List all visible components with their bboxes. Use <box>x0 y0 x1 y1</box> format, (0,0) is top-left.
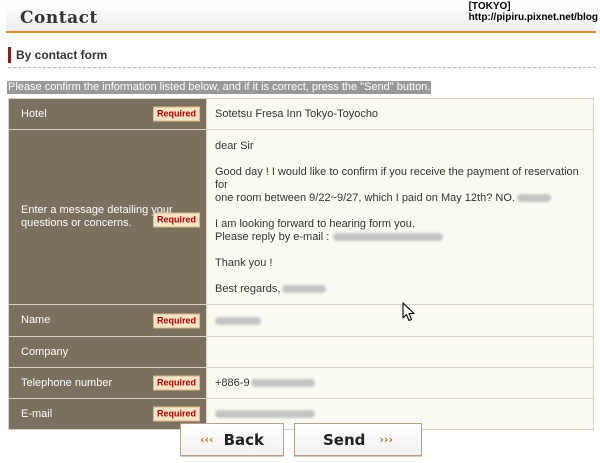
required-badge: Required <box>152 212 200 228</box>
message-para1-line1: Good day ! I would like to confirm if yo… <box>215 166 579 191</box>
value-name <box>206 304 594 337</box>
back-button[interactable]: ‹‹‹ Back <box>180 423 284 456</box>
mouse-pointer-icon <box>402 302 415 322</box>
confirmation-table: Hotel Required Sotetsu Fresa Inn Tokyo-T… <box>8 98 594 430</box>
page-title: Contact <box>20 8 98 28</box>
message-para1-line2: one room between 9/22~9/27, which I paid… <box>215 192 515 204</box>
required-badge: Required <box>152 106 200 122</box>
send-button-label: Send <box>322 430 366 449</box>
label-company-text: Company <box>21 345 69 358</box>
telephone-prefix: +886-9 <box>215 377 250 389</box>
redacted-signature <box>282 285 327 294</box>
label-hotel: Hotel Required <box>8 98 207 130</box>
row-name: Name Required <box>8 304 594 337</box>
message-regards-wrap: Best regards, <box>215 283 585 296</box>
message-thanks: Thank you ! <box>215 257 273 269</box>
label-company: Company <box>8 336 207 368</box>
redacted-email-field <box>215 410 315 419</box>
back-button-label: Back <box>223 430 265 449</box>
section-heading: By contact form <box>8 46 596 66</box>
arrows-left-icon: ‹‹‹ <box>199 433 214 446</box>
watermark-line2: http://pipiru.pixnet.net/blog <box>468 12 598 23</box>
message-greeting: dear Sir <box>215 140 254 152</box>
section-title: By contact form <box>16 48 108 62</box>
section-marker <box>8 47 11 63</box>
row-hotel: Hotel Required Sotetsu Fresa Inn Tokyo-T… <box>8 98 594 130</box>
row-telephone: Telephone number Required +886-9 <box>8 367 594 399</box>
redacted-telephone <box>250 379 315 388</box>
value-hotel: Sotetsu Fresa Inn Tokyo-Toyocho <box>206 98 594 130</box>
label-message: Enter a message detailing your questions… <box>8 129 207 305</box>
required-badge: Required <box>152 375 200 391</box>
section-divider <box>8 67 596 68</box>
label-name: Name Required <box>8 304 207 337</box>
message-para2-line1: I am looking forward to hearing form you… <box>215 218 415 230</box>
redacted-name <box>215 316 261 325</box>
confirmation-notice: Please confirm the information listed be… <box>7 81 432 94</box>
send-button[interactable]: Send ››› <box>294 423 422 456</box>
arrows-right-icon: ››› <box>379 433 393 446</box>
label-telephone: Telephone number Required <box>8 367 207 399</box>
value-message: dear Sir Good day ! I would like to conf… <box>206 129 594 305</box>
required-badge: Required <box>152 313 200 328</box>
value-telephone: +886-9 <box>206 367 594 399</box>
watermark-line1: [TOKYO] <box>468 1 511 12</box>
value-company <box>206 336 594 368</box>
message-para2-line2-wrap: Please reply by e-mail : <box>215 231 585 244</box>
message-para2-line2: Please reply by e-mail : <box>215 231 330 243</box>
redacted-number <box>516 194 551 203</box>
row-message: Enter a message detailing your questions… <box>8 129 594 305</box>
label-email: E-mail Required <box>8 398 207 430</box>
required-badge: Required <box>152 406 200 422</box>
watermark: [TOKYO] http://pipiru.pixnet.net/blog <box>469 1 598 23</box>
row-company: Company <box>8 336 594 368</box>
redacted-email <box>333 233 444 242</box>
message-para1-line2-wrap: one room between 9/22~9/27, which I paid… <box>215 192 585 205</box>
message-regards: Best regards, <box>215 283 281 295</box>
